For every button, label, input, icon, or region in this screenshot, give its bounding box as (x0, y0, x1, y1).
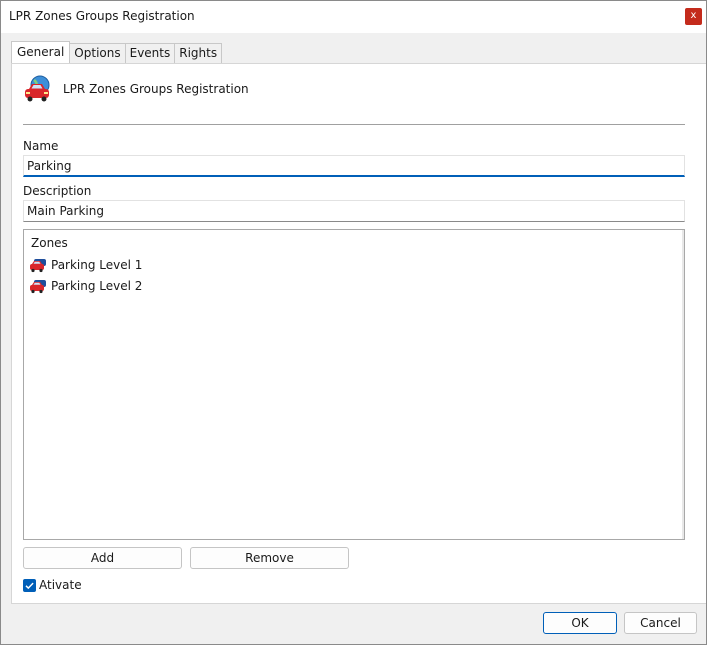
list-item[interactable]: Parking Level 2 (29, 276, 142, 296)
car-icon (29, 278, 47, 294)
window-title: LPR Zones Groups Registration (9, 9, 195, 23)
zone-label: Parking Level 2 (51, 279, 143, 293)
tab-events[interactable]: Events (124, 43, 176, 63)
description-input[interactable] (23, 200, 685, 222)
tab-general[interactable]: General (11, 41, 71, 63)
panel-header: LPR Zones Groups Registration (23, 74, 249, 104)
remove-button[interactable]: Remove (190, 547, 349, 569)
dialog-window: LPR Zones Groups Registration x General … (0, 0, 707, 645)
name-input[interactable] (23, 155, 685, 177)
activate-checkbox[interactable] (23, 578, 36, 592)
ok-button[interactable]: OK (543, 612, 617, 634)
car-globe-icon (23, 74, 53, 104)
list-item[interactable]: Parking Level 1 (29, 255, 142, 275)
close-button[interactable]: x (685, 8, 702, 25)
header-title: LPR Zones Groups Registration (63, 82, 249, 96)
name-label: Name (23, 139, 59, 153)
tab-rights[interactable]: Rights (174, 43, 223, 63)
title-bar: LPR Zones Groups Registration x (1, 1, 706, 33)
tab-options[interactable]: Options (69, 43, 126, 63)
zones-list[interactable]: Zones Parking Level 1 Parking Level 2 (23, 229, 685, 540)
general-tab-panel: LPR Zones Groups Registration Name Descr… (11, 63, 706, 604)
zones-header: Zones (31, 236, 68, 250)
header-divider (23, 124, 685, 125)
description-label: Description (23, 184, 92, 198)
zone-label: Parking Level 1 (51, 258, 143, 272)
add-button[interactable]: Add (23, 547, 182, 569)
activate-row: Ativate (23, 577, 82, 593)
checkmark-icon (25, 582, 34, 589)
activate-label: Ativate (39, 578, 82, 592)
zones-scrollbar[interactable] (682, 230, 684, 539)
car-icon (29, 257, 47, 273)
cancel-button[interactable]: Cancel (624, 612, 697, 634)
tab-strip: General Options Events Rights (11, 41, 223, 63)
